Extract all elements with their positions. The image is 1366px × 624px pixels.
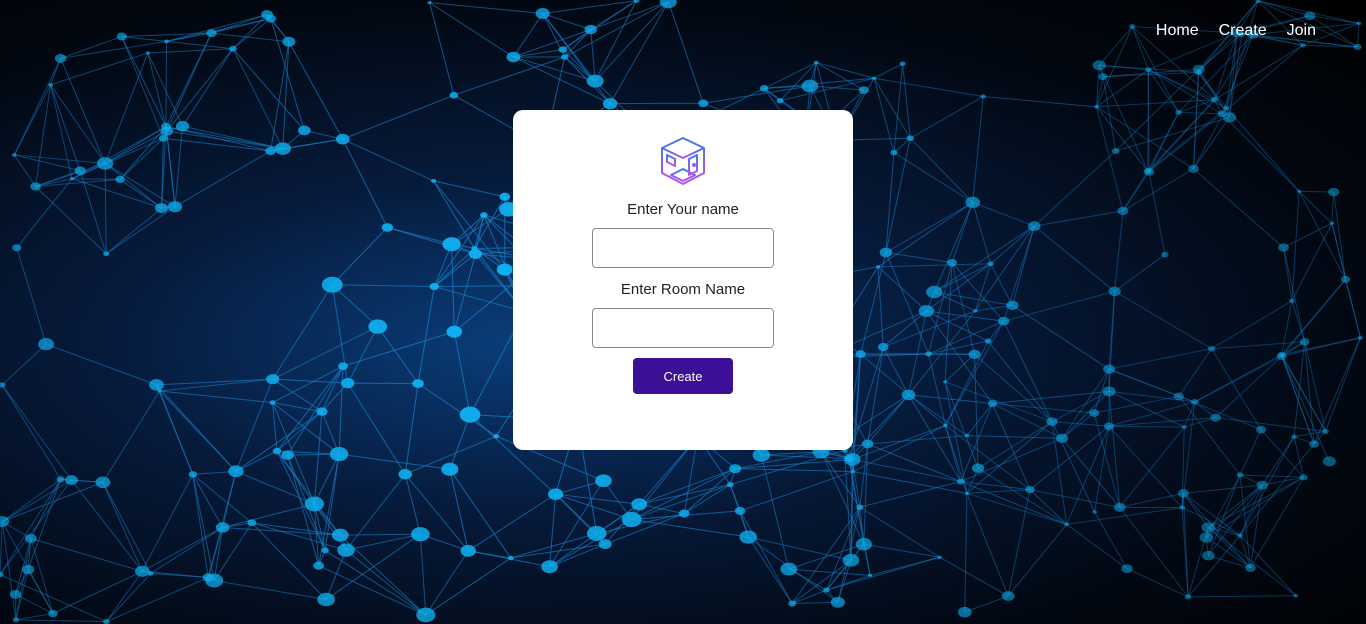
room-label: Enter Room Name	[620, 281, 746, 298]
room-name-input[interactable]	[592, 308, 774, 348]
top-nav: Home Create Join	[1156, 22, 1316, 40]
room-cube-icon	[661, 137, 705, 185]
name-label: Enter Your name	[627, 201, 739, 218]
nav-home-link[interactable]: Home	[1156, 22, 1199, 40]
page: Home Create Join Enter Your name Enter R…	[0, 0, 1366, 624]
name-input[interactable]	[592, 228, 774, 268]
nav-create-link[interactable]: Create	[1219, 22, 1267, 40]
create-button[interactable]: Create	[633, 358, 733, 394]
create-room-card: Enter Your name Enter Room Name Create	[513, 110, 853, 450]
nav-join-link[interactable]: Join	[1287, 22, 1316, 40]
